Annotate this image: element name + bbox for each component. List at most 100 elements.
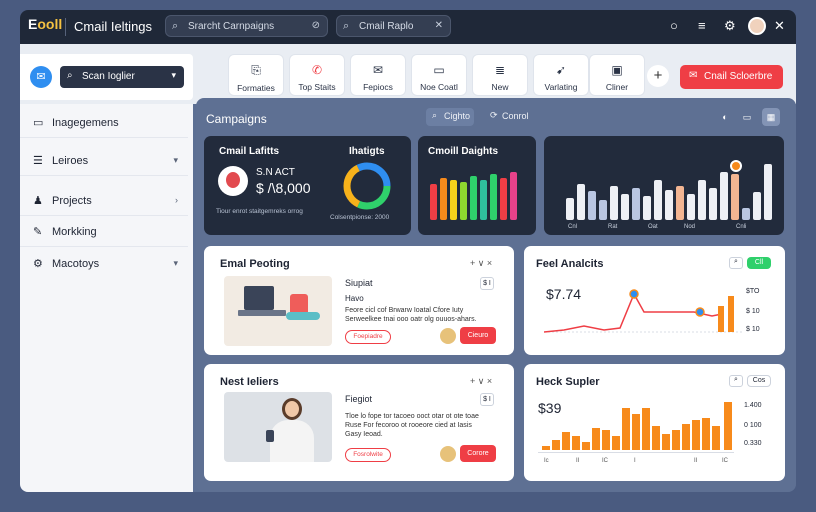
news-card: Nest Ieliers + ∨ × Fiegiot $ I Tloe lo f… <box>204 364 514 481</box>
value-badge[interactable]: $ I <box>480 393 494 406</box>
filter-chip[interactable]: Cos <box>747 375 771 387</box>
person-image <box>224 392 332 462</box>
tile-label: Fepiocs <box>363 82 393 92</box>
footer-note: Tiour enrot staitgemreks orrog <box>216 208 303 215</box>
avatar[interactable] <box>440 328 456 344</box>
filter-chip[interactable]: ⌕ Cighto <box>426 108 474 126</box>
sidebar-item-label: Morkking <box>52 226 97 238</box>
sidebar-item-inagegemens[interactable]: ▭ Inagegemens <box>20 108 188 138</box>
avatar[interactable] <box>218 166 248 196</box>
y-tick: $TO <box>746 288 760 295</box>
clear-icon[interactable]: ⊘ <box>312 20 320 31</box>
mail-icon[interactable]: ✉ <box>30 66 52 88</box>
chevron-right-icon[interactable]: › <box>175 195 178 205</box>
highlight-marker[interactable] <box>730 160 742 172</box>
column-bar <box>709 188 717 220</box>
mail-icon: ✉ <box>689 70 698 81</box>
dropdown-label: Scan Ioglier <box>82 71 135 82</box>
field-label: Fiegiot <box>345 394 373 404</box>
card-controls[interactable]: + ∨ × <box>470 376 492 387</box>
avatar[interactable] <box>440 446 456 462</box>
column-bar <box>566 198 574 220</box>
tile-top-staits[interactable]: ✆ Top Staits <box>289 54 345 96</box>
sidebar-item-macotoys[interactable]: ⚙ Macotoys ▾ <box>20 249 188 279</box>
bar <box>510 172 517 220</box>
bar <box>572 436 580 450</box>
grid-view-icon[interactable]: ▦ <box>762 108 780 126</box>
card-title: Cmoill Daights <box>428 146 499 157</box>
card-title: Feel Analcits <box>536 258 604 270</box>
tile-varlating[interactable]: ➹ Varlating <box>533 54 589 96</box>
column-bar <box>698 180 706 220</box>
app-logo[interactable]: Eooll <box>28 16 62 32</box>
column-bar <box>577 184 585 220</box>
subscribe-button[interactable]: Fosrolwite <box>345 448 391 462</box>
footer-stat: Colsentpionse: 2000 <box>330 214 390 221</box>
menu-icon[interactable]: ≡ <box>698 18 706 33</box>
bar <box>460 182 467 220</box>
tile-label: Formaties <box>237 83 275 93</box>
close-icon[interactable]: ✕ <box>435 20 443 31</box>
mail-icon: ✉ <box>372 63 384 77</box>
tile-new[interactable]: ≣ New <box>472 54 528 96</box>
sidebar-item-label: Projects <box>52 195 92 207</box>
account-dropdown[interactable]: ⌕ Scan Ioglier ▾ <box>60 66 184 88</box>
status-icon[interactable]: ○ <box>670 18 678 33</box>
page-title: Campaigns <box>206 112 267 126</box>
column-bar <box>753 192 761 220</box>
object <box>286 312 320 320</box>
action-button[interactable]: Cieuro <box>460 327 496 344</box>
preview-button[interactable]: Foepiadre <box>345 330 391 344</box>
bar <box>712 426 720 450</box>
feel-analysis-card: Feel Analcits ⌕ Cll $7.74 $TO $ 10 $ 10 <box>524 246 785 355</box>
column-bar <box>643 196 651 220</box>
chevron-down-icon[interactable]: ▾ <box>173 155 178 166</box>
tile-fepiocs[interactable]: ✉ Fepiocs <box>350 54 406 96</box>
email-body: Feore cicl cof Brwarw Ioatal Cfore Iuty … <box>345 307 477 323</box>
chevron-down-icon: ▾ <box>171 70 176 80</box>
tile-noe-coatl[interactable]: ▭ Noe Coatl <box>411 54 467 96</box>
y-tick: $ 10 <box>746 326 760 333</box>
send-icon: ➹ <box>555 63 567 77</box>
summary-card: Cmail Lafitts Ihatigts S.N ACT $ /\8,000… <box>204 136 411 235</box>
search-placeholder: Cmail Raplo <box>359 21 414 32</box>
search-icon: ⌕ <box>67 70 73 81</box>
user-icon: ♟ <box>33 195 43 207</box>
monitor-icon: ▭ <box>33 117 44 129</box>
control-chip[interactable]: ⟳ Conrol <box>484 108 534 126</box>
x-label: II <box>694 458 698 464</box>
x-label: I <box>634 458 636 464</box>
donut-chart <box>343 162 391 210</box>
search-reports-input[interactable]: ⌕ Cmail Raplo ✕ <box>336 15 451 37</box>
contrast-icon[interactable]: ◐ <box>716 108 734 126</box>
primary-action-button[interactable]: ✉ Cnail Scloerbre <box>680 65 783 89</box>
settings-icon[interactable]: ⚙ <box>724 18 736 34</box>
action-button[interactable]: Corore <box>460 445 496 462</box>
tile-label: New <box>491 82 509 92</box>
face <box>285 401 299 417</box>
x-label: Nod <box>684 224 696 230</box>
refresh-icon: ⟳ <box>490 110 498 120</box>
close-icon[interactable]: ✕ <box>774 18 785 34</box>
tile-cliner[interactable]: ▣ Cliner <box>589 54 645 96</box>
bar <box>430 184 437 220</box>
chevron-down-icon[interactable]: ▾ <box>173 258 178 269</box>
search-campaigns-input[interactable]: ⌕ Srarcht Carnpaigns ⊘ <box>165 15 328 37</box>
tile-formaties[interactable]: ⎘ Formaties <box>228 54 284 96</box>
add-button[interactable]: + <box>647 65 669 87</box>
chart-toggle[interactable]: ⌕ <box>729 257 743 269</box>
value-badge[interactable]: $ I <box>480 277 494 290</box>
sidebar-item-morkking[interactable]: ✎ Morkking <box>20 217 188 247</box>
sidebar-item-leiroes[interactable]: ☰ Leiroes ▾ <box>20 146 188 176</box>
avatar-figure <box>226 172 240 188</box>
card-controls[interactable]: + ∨ × <box>470 258 492 269</box>
bar <box>662 434 670 450</box>
window-icon[interactable]: ▭ <box>738 108 756 126</box>
stat-value: $ /\8,000 <box>256 180 311 196</box>
laptop-screen <box>244 286 274 310</box>
x-label: Rat <box>608 224 618 230</box>
sidebar-item-projects[interactable]: ♟ Projects › <box>20 186 188 216</box>
status-chip[interactable]: Cll <box>747 257 771 269</box>
avatar[interactable] <box>748 17 766 35</box>
search-icon[interactable]: ⌕ <box>729 375 743 387</box>
